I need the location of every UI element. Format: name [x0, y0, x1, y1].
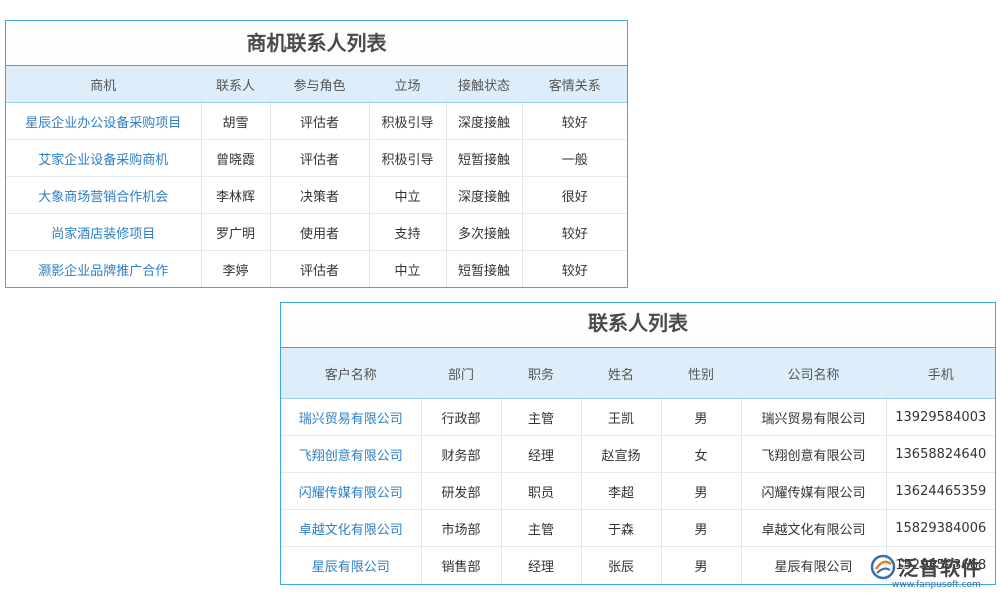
contacts-table: 客户名称 部门 职务 姓名 性别 公司名称 手机 瑞兴贸易有限公司 行政部 主管…: [281, 348, 995, 583]
column-header-opportunity[interactable]: 商机: [6, 66, 202, 103]
relationship-cell: 较好: [561, 263, 588, 279]
company-cell: 瑞兴贸易有限公司: [741, 398, 887, 436]
gender-cell: 女: [661, 435, 742, 473]
stance-cell: 积极引导: [369, 102, 447, 140]
role-cell: 评估者: [270, 250, 370, 287]
phone-cell: 15829384006: [886, 509, 995, 547]
gender-cell: 男: [661, 509, 742, 547]
opportunity-link[interactable]: 灏影企业品牌推广合作: [6, 250, 202, 287]
table-row[interactable]: 灏影企业品牌推广合作 李婷 评估者 中立 短暂接触 较好: [6, 250, 627, 287]
stance-cell: 积极引导: [369, 139, 447, 177]
column-header-company[interactable]: 公司名称: [741, 348, 887, 399]
phone-cell: 13624465359: [886, 472, 995, 510]
position-cell: 职员: [501, 472, 582, 510]
column-header-customer[interactable]: 客户名称: [281, 348, 422, 399]
contact-cell: 李林辉: [201, 176, 271, 214]
name-cell: 张辰: [581, 546, 662, 583]
column-header-role[interactable]: 参与角色: [270, 66, 370, 103]
opportunity-link[interactable]: 尚家酒店装修项目: [6, 213, 202, 251]
position-cell: 主管: [501, 398, 582, 436]
role-cell: 决策者: [270, 176, 370, 214]
customer-link[interactable]: 星辰有限公司: [281, 546, 422, 583]
customer-link[interactable]: 卓越文化有限公司: [281, 509, 422, 547]
position-cell: 主管: [501, 509, 582, 547]
role-cell: 评估者: [270, 139, 370, 177]
department-cell: 行政部: [421, 398, 502, 436]
column-header-contact-status[interactable]: 接触状态: [446, 66, 523, 103]
stance-cell: 支持: [369, 213, 447, 251]
position-cell: 经理: [501, 435, 582, 473]
column-header-relationship[interactable]: 客情关系: [522, 66, 627, 103]
logo-url: www.fanpusoft.com: [892, 580, 981, 590]
opportunity-contacts-title: 商机联系人列表: [6, 21, 627, 66]
company-cell: 卓越文化有限公司: [741, 509, 887, 547]
fanpu-logo-icon: [870, 554, 896, 580]
opportunity-contacts-table: 商机 联系人 参与角色 立场 接触状态 客情关系 星辰企业办公设备采购项目 胡雪…: [6, 66, 627, 287]
table-row[interactable]: 卓越文化有限公司 市场部 主管 于森 男 卓越文化有限公司 1582938400…: [281, 509, 995, 547]
fanpu-logo: 泛普软件 www.fanpusoft.com: [870, 552, 998, 596]
stance-cell: 中立: [369, 250, 447, 287]
contacts-panel: 联系人列表 客户名称 部门 职务 姓名 性别 公司名称 手机 瑞兴贸易有限公司 …: [280, 302, 996, 585]
department-cell: 销售部: [421, 546, 502, 583]
company-cell: 星辰有限公司: [741, 546, 887, 583]
table-header-row: 客户名称 部门 职务 姓名 性别 公司名称 手机: [281, 348, 995, 399]
table-row[interactable]: 瑞兴贸易有限公司 行政部 主管 王凯 男 瑞兴贸易有限公司 1392958400…: [281, 398, 995, 436]
position-cell: 经理: [501, 546, 582, 583]
stance-cell: 中立: [369, 176, 447, 214]
customer-link[interactable]: 闪耀传媒有限公司: [281, 472, 422, 510]
contact-cell: 李婷: [201, 250, 271, 287]
contact-status-cell: 深度接触: [446, 176, 523, 214]
customer-link[interactable]: 飞翔创意有限公司: [281, 435, 422, 473]
contact-status-cell: 短暂接触: [446, 250, 523, 287]
column-header-name[interactable]: 姓名: [581, 348, 662, 399]
contact-status-cell: 多次接触: [446, 213, 523, 251]
opportunity-contacts-panel: 商机联系人列表 商机 联系人 参与角色 立场 接触状态 客情关系 星辰企业办公设…: [5, 20, 628, 288]
relationship-cell: 一般: [522, 139, 627, 177]
column-header-stance[interactable]: 立场: [369, 66, 447, 103]
column-header-gender[interactable]: 性别: [661, 348, 742, 399]
name-cell: 王凯: [581, 398, 662, 436]
gender-cell: 男: [661, 546, 742, 583]
table-row[interactable]: 飞翔创意有限公司 财务部 经理 赵宣扬 女 飞翔创意有限公司 136588246…: [281, 435, 995, 473]
table-header-row: 商机 联系人 参与角色 立场 接触状态 客情关系: [6, 66, 627, 103]
customer-link[interactable]: 瑞兴贸易有限公司: [281, 398, 422, 436]
table-row[interactable]: 尚家酒店装修项目 罗广明 使用者 支持 多次接触 较好: [6, 213, 627, 251]
contacts-title: 联系人列表: [281, 303, 995, 348]
table-row[interactable]: 艾家企业设备采购商机 曾晓霞 评估者 积极引导 短暂接触 一般: [6, 139, 627, 177]
name-cell: 于森: [581, 509, 662, 547]
gender-cell: 男: [661, 472, 742, 510]
column-header-phone[interactable]: 手机: [886, 348, 995, 399]
department-cell: 财务部: [421, 435, 502, 473]
relationship-cell: 较好: [522, 102, 627, 140]
phone-cell: 13658824640: [886, 435, 995, 473]
department-cell: 研发部: [421, 472, 502, 510]
contact-cell: 罗广明: [201, 213, 271, 251]
department-cell: 市场部: [421, 509, 502, 547]
table-row[interactable]: 闪耀传媒有限公司 研发部 职员 李超 男 闪耀传媒有限公司 1362446535…: [281, 472, 995, 510]
role-cell: 评估者: [270, 102, 370, 140]
name-cell: 李超: [581, 472, 662, 510]
contact-status-cell: 短暂接触: [446, 139, 523, 177]
contact-cell: 曾晓霞: [201, 139, 271, 177]
opportunity-link[interactable]: 艾家企业设备采购商机: [6, 139, 202, 177]
column-header-position[interactable]: 职务: [501, 348, 582, 399]
role-cell: 使用者: [270, 213, 370, 251]
column-header-department[interactable]: 部门: [421, 348, 502, 399]
opportunity-link[interactable]: 星辰企业办公设备采购项目: [6, 102, 202, 140]
relationship-cell: 较好: [522, 213, 627, 251]
gender-cell: 男: [661, 398, 742, 436]
table-row[interactable]: 星辰企业办公设备采购项目 胡雪 评估者 积极引导 深度接触 较好: [6, 102, 627, 140]
company-cell: 闪耀传媒有限公司: [741, 472, 887, 510]
phone-cell: 13929584003: [886, 398, 995, 436]
opportunity-link[interactable]: 大象商场营销合作机会: [6, 176, 202, 214]
name-cell: 赵宣扬: [581, 435, 662, 473]
column-header-contact[interactable]: 联系人: [201, 66, 271, 103]
logo-text: 泛普软件: [898, 556, 982, 580]
contact-cell: 胡雪: [201, 102, 271, 140]
relationship-cell: 很好: [522, 176, 627, 214]
contact-status-cell: 深度接触: [446, 102, 523, 140]
company-cell: 飞翔创意有限公司: [741, 435, 887, 473]
table-row[interactable]: 大象商场营销合作机会 李林辉 决策者 中立 深度接触 很好: [6, 176, 627, 214]
